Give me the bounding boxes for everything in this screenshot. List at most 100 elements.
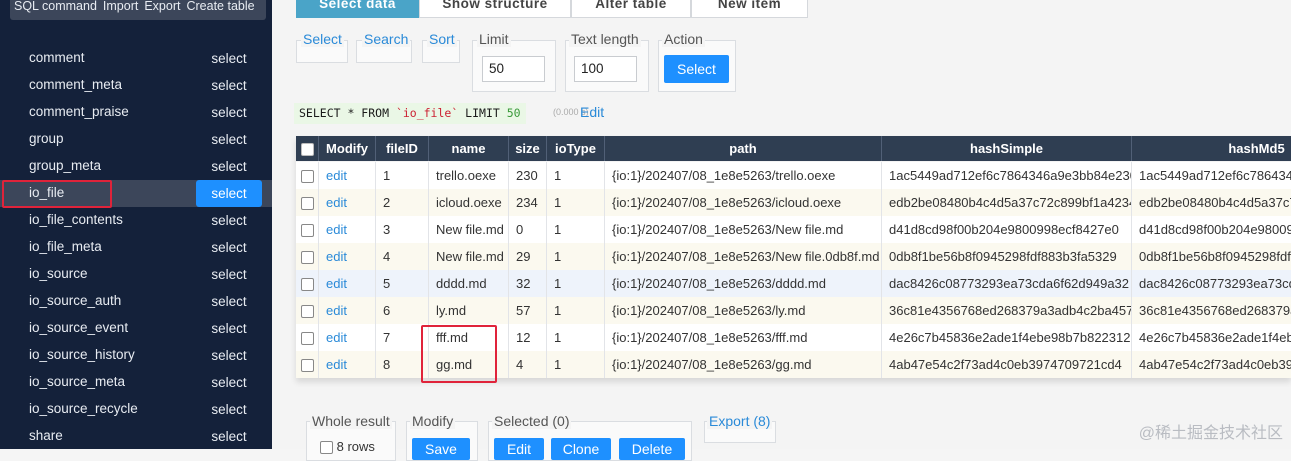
table-select-link[interactable]: select: [196, 126, 262, 153]
column-header-modify[interactable]: Modify: [319, 136, 376, 161]
create-table-link[interactable]: Create table: [186, 0, 254, 13]
modify-cell: edit: [319, 189, 376, 216]
import-link[interactable]: Import: [103, 0, 138, 13]
tab-select-data[interactable]: Select data: [296, 0, 419, 18]
sidebar-table-share[interactable]: share select: [0, 423, 272, 449]
column-header-path[interactable]: path: [605, 136, 882, 161]
all-rows-checkbox[interactable]: [320, 441, 333, 455]
table-select-link[interactable]: select: [196, 315, 262, 342]
table-select-link[interactable]: select: [196, 423, 262, 449]
table-name-link[interactable]: group: [29, 131, 64, 146]
table-name-link[interactable]: io_source_event: [29, 320, 128, 335]
table-name-link[interactable]: comment: [29, 50, 85, 65]
edit-row-link[interactable]: edit: [326, 222, 347, 237]
table-name-link[interactable]: io_source_recycle: [29, 401, 138, 416]
cell-fileid: 4: [376, 243, 429, 270]
search-link[interactable]: Search: [362, 31, 411, 47]
column-header-iotype[interactable]: ioType: [547, 136, 605, 161]
cell-hashsimple: 4ab47e54c2f73ad4c0eb3974709721cd4: [882, 351, 1132, 378]
sidebar-table-io-source-meta[interactable]: io_source_meta select: [0, 369, 272, 396]
row-checkbox[interactable]: [300, 305, 314, 319]
column-header-size[interactable]: size: [509, 136, 547, 161]
table-select-link[interactable]: select: [196, 180, 262, 207]
table-name-link[interactable]: io_source_history: [29, 347, 135, 362]
table-name-link[interactable]: comment_praise: [29, 104, 129, 119]
table-name-link[interactable]: io_source: [29, 266, 88, 281]
edit-row-link[interactable]: edit: [326, 276, 347, 291]
sidebar-table-io-source-recycle[interactable]: io_source_recycle select: [0, 396, 272, 423]
table-select-link[interactable]: select: [196, 153, 262, 180]
table-select-link[interactable]: select: [196, 261, 262, 288]
select-button[interactable]: Select: [664, 55, 729, 83]
table-select-link[interactable]: select: [196, 288, 262, 315]
sidebar-table-group-meta[interactable]: group_meta select: [0, 153, 272, 180]
edit-selected-button[interactable]: Edit: [494, 438, 544, 460]
table-select-link[interactable]: select: [196, 396, 262, 423]
sidebar-table-io-source[interactable]: io_source select: [0, 261, 272, 288]
sidebar-table-io-file-meta[interactable]: io_file_meta select: [0, 234, 272, 261]
table-select-link[interactable]: select: [196, 342, 262, 369]
save-button[interactable]: Save: [412, 438, 470, 460]
sidebar-table-comment[interactable]: comment select: [0, 45, 272, 72]
edit-row-link[interactable]: edit: [326, 357, 347, 372]
sql-limit-value: 50: [506, 106, 521, 120]
row-checkbox[interactable]: [300, 332, 314, 346]
edit-row-link[interactable]: edit: [326, 168, 347, 183]
limit-input[interactable]: 50: [482, 56, 545, 82]
table-name-link[interactable]: share: [29, 428, 63, 443]
edit-row-link[interactable]: edit: [326, 249, 347, 264]
clone-button[interactable]: Clone: [551, 438, 611, 460]
tab-show-structure[interactable]: Show structure: [419, 0, 571, 18]
all-rows-option[interactable]: 8 rows: [320, 439, 375, 455]
row-checkbox[interactable]: [300, 278, 314, 292]
cell-hashmd5: d41d8cd98f00b204e9800998ecf8427e0: [1132, 216, 1291, 243]
row-checkbox[interactable]: [300, 197, 314, 211]
edit-row-link[interactable]: edit: [326, 195, 347, 210]
sidebar-table-io-source-event[interactable]: io_source_event select: [0, 315, 272, 342]
table-select-link[interactable]: select: [196, 45, 262, 72]
sidebar-table-io-source-history[interactable]: io_source_history select: [0, 342, 272, 369]
column-header-fileid[interactable]: fileID: [376, 136, 429, 161]
row-checkbox-cell: [296, 297, 319, 324]
sidebar-table-comment-meta[interactable]: comment_meta select: [0, 72, 272, 99]
table-name-link[interactable]: group_meta: [29, 158, 101, 173]
row-checkbox[interactable]: [300, 251, 314, 265]
column-header-name[interactable]: name: [429, 136, 509, 161]
table-name-link[interactable]: io_file_contents: [29, 212, 123, 227]
row-checkbox[interactable]: [300, 359, 314, 373]
table-row: edit 5 dddd.md 32 1 {io:1}/202407/08_1e8e5263…: [296, 270, 1291, 297]
row-checkbox[interactable]: [300, 170, 314, 184]
table-select-link[interactable]: select: [196, 99, 262, 126]
table-select-link[interactable]: select: [196, 207, 262, 234]
sidebar-table-comment-praise[interactable]: comment_praise select: [0, 99, 272, 126]
table-select-link[interactable]: select: [196, 369, 262, 396]
sidebar-table-io-file-contents[interactable]: io_file_contents select: [0, 207, 272, 234]
export-link[interactable]: Export: [144, 0, 180, 13]
table-select-link[interactable]: select: [196, 234, 262, 261]
column-header-hashsimple[interactable]: hashSimple: [882, 136, 1132, 161]
table-row: edit 2 icloud.oexe 234 1 {io:1}/202407/08_1e8…: [296, 189, 1291, 216]
table-name-link[interactable]: io_file_meta: [29, 239, 102, 254]
delete-button[interactable]: Delete: [619, 438, 685, 460]
column-header-hashmd5[interactable]: hashMd5: [1132, 136, 1291, 161]
export-link[interactable]: Export (8): [707, 413, 773, 429]
select-columns-link[interactable]: Select: [301, 31, 344, 47]
tab-new-item[interactable]: New item: [691, 0, 808, 18]
sort-link[interactable]: Sort: [427, 31, 457, 47]
table-name-link[interactable]: io_source_meta: [29, 374, 125, 389]
table-name-link[interactable]: io_source_auth: [29, 293, 121, 308]
sidebar-table-group[interactable]: group select: [0, 126, 272, 153]
edit-row-link[interactable]: edit: [326, 330, 347, 345]
selected-label: Selected (0): [492, 413, 572, 429]
table-name-link[interactable]: comment_meta: [29, 77, 122, 92]
text-length-input[interactable]: 100: [574, 56, 637, 82]
tab-alter-table[interactable]: Alter table: [571, 0, 691, 18]
edit-query-link[interactable]: Edit: [580, 104, 604, 120]
row-checkbox[interactable]: [300, 224, 314, 238]
sidebar-table-io-source-auth[interactable]: io_source_auth select: [0, 288, 272, 315]
cell-path: {io:1}/202407/08_1e8e5263/New file.0db8f…: [605, 243, 882, 270]
sql-command-link[interactable]: SQL command: [14, 0, 97, 13]
edit-row-link[interactable]: edit: [326, 303, 347, 318]
select-all-checkbox[interactable]: [300, 143, 314, 157]
table-select-link[interactable]: select: [196, 72, 262, 99]
